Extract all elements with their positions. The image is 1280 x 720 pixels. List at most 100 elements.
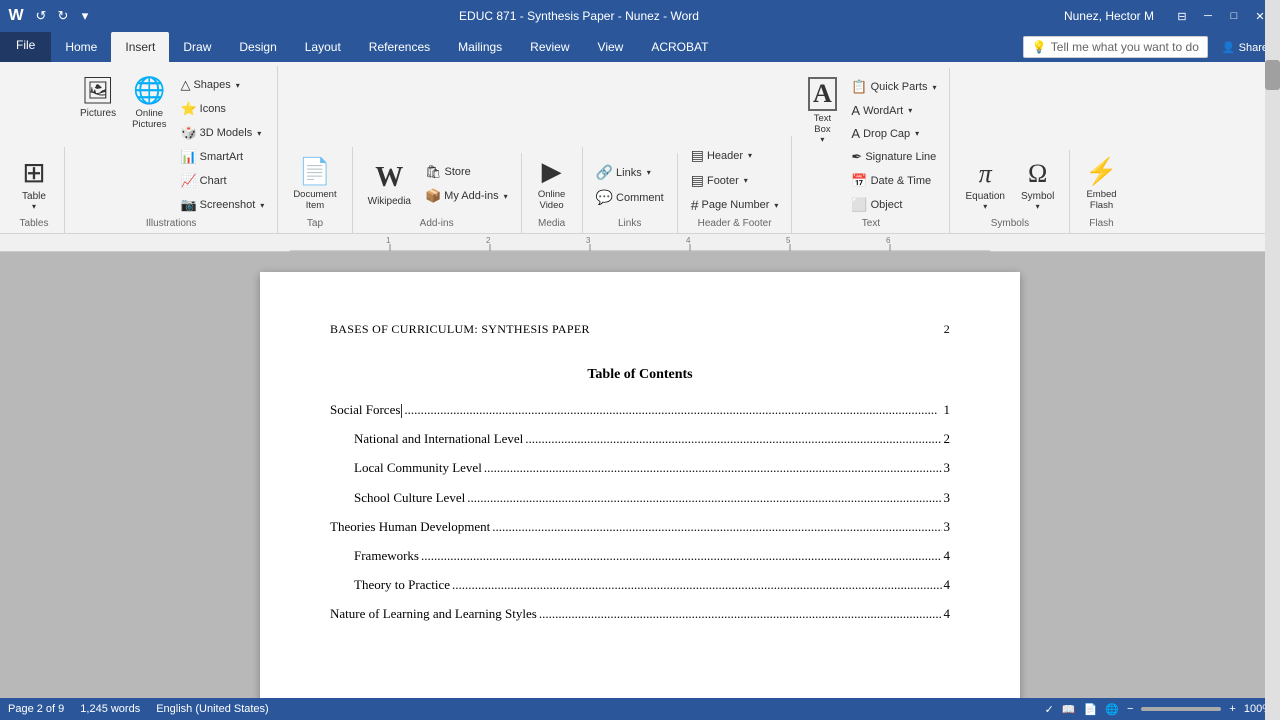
footer-icon: ▤ — [691, 172, 704, 189]
drop-cap-button[interactable]: A Drop Cap ▾ — [846, 123, 941, 144]
toc-entry-nature-learning: Nature of Learning and Learning Styles 4 — [330, 605, 950, 624]
tab-file[interactable]: File — [0, 32, 51, 62]
view-print-button[interactable]: 📄 — [1084, 703, 1098, 716]
zoom-slider[interactable] — [1141, 707, 1221, 711]
tab-home[interactable]: Home — [51, 32, 111, 62]
tell-me-input[interactable]: 💡 Tell me what you want to do — [1023, 36, 1208, 58]
links-button[interactable]: 🔗 Links ▾ — [591, 161, 669, 184]
symbol-arrow: ▾ — [1036, 202, 1040, 211]
object-button[interactable]: ⬜ Object — [846, 194, 941, 216]
tab-mailings[interactable]: Mailings — [444, 32, 516, 62]
page-number-button[interactable]: # Page Number ▾ — [686, 194, 784, 216]
svg-text:1: 1 — [386, 236, 391, 245]
title-bar-left: W ↺ ↻ ▾ — [8, 7, 94, 25]
vertical-scrollbar[interactable] — [1265, 252, 1280, 698]
toc-page: 4 — [944, 576, 951, 595]
date-time-button[interactable]: 📅 Date & Time — [846, 170, 941, 192]
lightbulb-icon: 💡 — [1032, 40, 1047, 54]
zoom-out-button[interactable]: − — [1127, 703, 1133, 715]
footer-label: Footer — [707, 175, 739, 187]
table-button[interactable]: ⊞ Table ▾ — [12, 151, 56, 216]
symbol-button[interactable]: Ω Symbol ▾ — [1014, 154, 1061, 216]
document-page[interactable]: BASES OF CURRICULUM: SYNTHESIS PAPER 2 T… — [260, 272, 1020, 698]
media-group-label: Media — [530, 216, 574, 233]
text-box-button[interactable]: A TextBox ▾ — [800, 72, 844, 149]
online-pictures-button[interactable]: 🌐 OnlinePictures — [125, 70, 173, 135]
text-box-icon: A — [808, 77, 837, 111]
document-header-text: BASES OF CURRICULUM: SYNTHESIS PAPER — [330, 322, 590, 337]
header-icon: ▤ — [691, 147, 704, 164]
embed-flash-button[interactable]: ⚡ EmbedFlash — [1078, 151, 1124, 216]
my-addins-button[interactable]: 📦 My Add-ins ▾ — [420, 185, 513, 207]
links-label: Links — [616, 167, 642, 179]
chart-button[interactable]: 📈 Chart — [175, 170, 269, 192]
media-items: ▶ OnlineVideo — [530, 147, 574, 216]
view-web-button[interactable]: 🌐 — [1105, 703, 1119, 716]
ribbon-group-text: A TextBox ▾ 📋 Quick Parts ▾ A WordArt — [792, 68, 950, 233]
footer-button[interactable]: ▤ Footer ▾ — [686, 169, 784, 192]
restore-button[interactable]: □ — [1222, 6, 1246, 26]
screenshot-button[interactable]: 📷 Screenshot ▾ — [175, 194, 269, 216]
title-bar-right: Nunez, Hector M ⊟ ─ □ ✕ — [1064, 6, 1272, 26]
page-number-arrow: ▾ — [774, 201, 778, 210]
pictures-icon: 🖼 — [82, 75, 115, 106]
title-bar: W ↺ ↻ ▾ EDUC 871 - Synthesis Paper - Nun… — [0, 0, 1280, 32]
tab-layout[interactable]: Layout — [291, 32, 355, 62]
document-item-button[interactable]: 📄 DocumentItem — [286, 151, 343, 216]
minimize-button[interactable]: ─ — [1196, 6, 1220, 26]
store-button[interactable]: 🛍 Store — [420, 161, 513, 183]
embed-flash-icon: ⚡ — [1085, 156, 1117, 187]
signature-line-button[interactable]: ✒ Signature Line — [846, 146, 941, 168]
status-right: ✓ 📖 📄 🌐 − + 100% — [1045, 703, 1272, 716]
quick-parts-arrow: ▾ — [932, 83, 936, 92]
tab-draw[interactable]: Draw — [169, 32, 225, 62]
comment-label: Comment — [616, 192, 664, 204]
comment-button[interactable]: 💬 Comment — [591, 186, 669, 209]
toc-dots — [452, 576, 941, 595]
icons-button[interactable]: ⭐ Icons — [175, 98, 269, 120]
text-group-label: Text — [800, 216, 941, 233]
quick-parts-button[interactable]: 📋 Quick Parts ▾ — [846, 76, 941, 98]
toc-entry-frameworks: Frameworks 4 — [354, 547, 950, 566]
language-indicator[interactable]: English (United States) — [156, 703, 269, 715]
undo-button[interactable]: ↺ — [32, 7, 50, 25]
date-time-label: Date & Time — [871, 175, 932, 187]
pictures-button[interactable]: 🖼 Pictures — [73, 70, 123, 124]
toc-text: Theories Human Development — [330, 518, 490, 537]
page-indicator[interactable]: Page 2 of 9 — [8, 703, 64, 715]
object-label: Object — [871, 199, 903, 211]
tab-design[interactable]: Design — [225, 32, 290, 62]
3d-models-label: 3D Models — [200, 127, 253, 139]
shapes-button[interactable]: △ Shapes ▾ — [175, 74, 269, 96]
smartart-button[interactable]: 📊 SmartArt — [175, 146, 269, 168]
tab-review[interactable]: Review — [516, 32, 583, 62]
screenshot-arrow: ▾ — [260, 201, 264, 210]
wordart-button[interactable]: A WordArt ▾ — [846, 100, 941, 121]
links-arrow: ▾ — [647, 168, 651, 177]
word-count[interactable]: 1,245 words — [80, 703, 140, 715]
tab-view[interactable]: View — [584, 32, 638, 62]
links-group-label: Links — [591, 216, 669, 233]
wikipedia-icon: W — [375, 162, 403, 194]
ribbon-group-addins: W Wikipedia 🛍 Store 📦 My Add-ins ▾ — [353, 153, 522, 233]
equation-button[interactable]: π Equation ▾ — [958, 154, 1011, 216]
tables-group-label: Tables — [12, 216, 56, 233]
tab-insert[interactable]: Insert — [111, 32, 169, 62]
page-number-icon: # — [691, 197, 699, 213]
customize-quick-access[interactable]: ▾ — [76, 7, 94, 25]
ribbon-display-options[interactable]: ⊟ — [1170, 6, 1194, 26]
tab-references[interactable]: References — [355, 32, 444, 62]
zoom-in-button[interactable]: + — [1229, 703, 1235, 715]
quick-parts-label: Quick Parts — [871, 81, 928, 93]
3d-models-button[interactable]: 🎲 3D Models ▾ — [175, 122, 269, 144]
toc-text: Local Community Level — [354, 459, 482, 478]
svg-text:3: 3 — [586, 236, 591, 245]
flash-items: ⚡ EmbedFlash — [1078, 147, 1124, 216]
online-video-button[interactable]: ▶ OnlineVideo — [530, 151, 574, 216]
header-button[interactable]: ▤ Header ▾ — [686, 144, 784, 167]
view-read-button[interactable]: 📖 — [1062, 703, 1076, 716]
wikipedia-button[interactable]: W Wikipedia — [361, 157, 418, 212]
redo-button[interactable]: ↻ — [54, 7, 72, 25]
header-footer-items: ▤ Header ▾ ▤ Footer ▾ # Page Number — [686, 136, 784, 216]
tab-acrobat[interactable]: ACROBAT — [637, 32, 722, 62]
